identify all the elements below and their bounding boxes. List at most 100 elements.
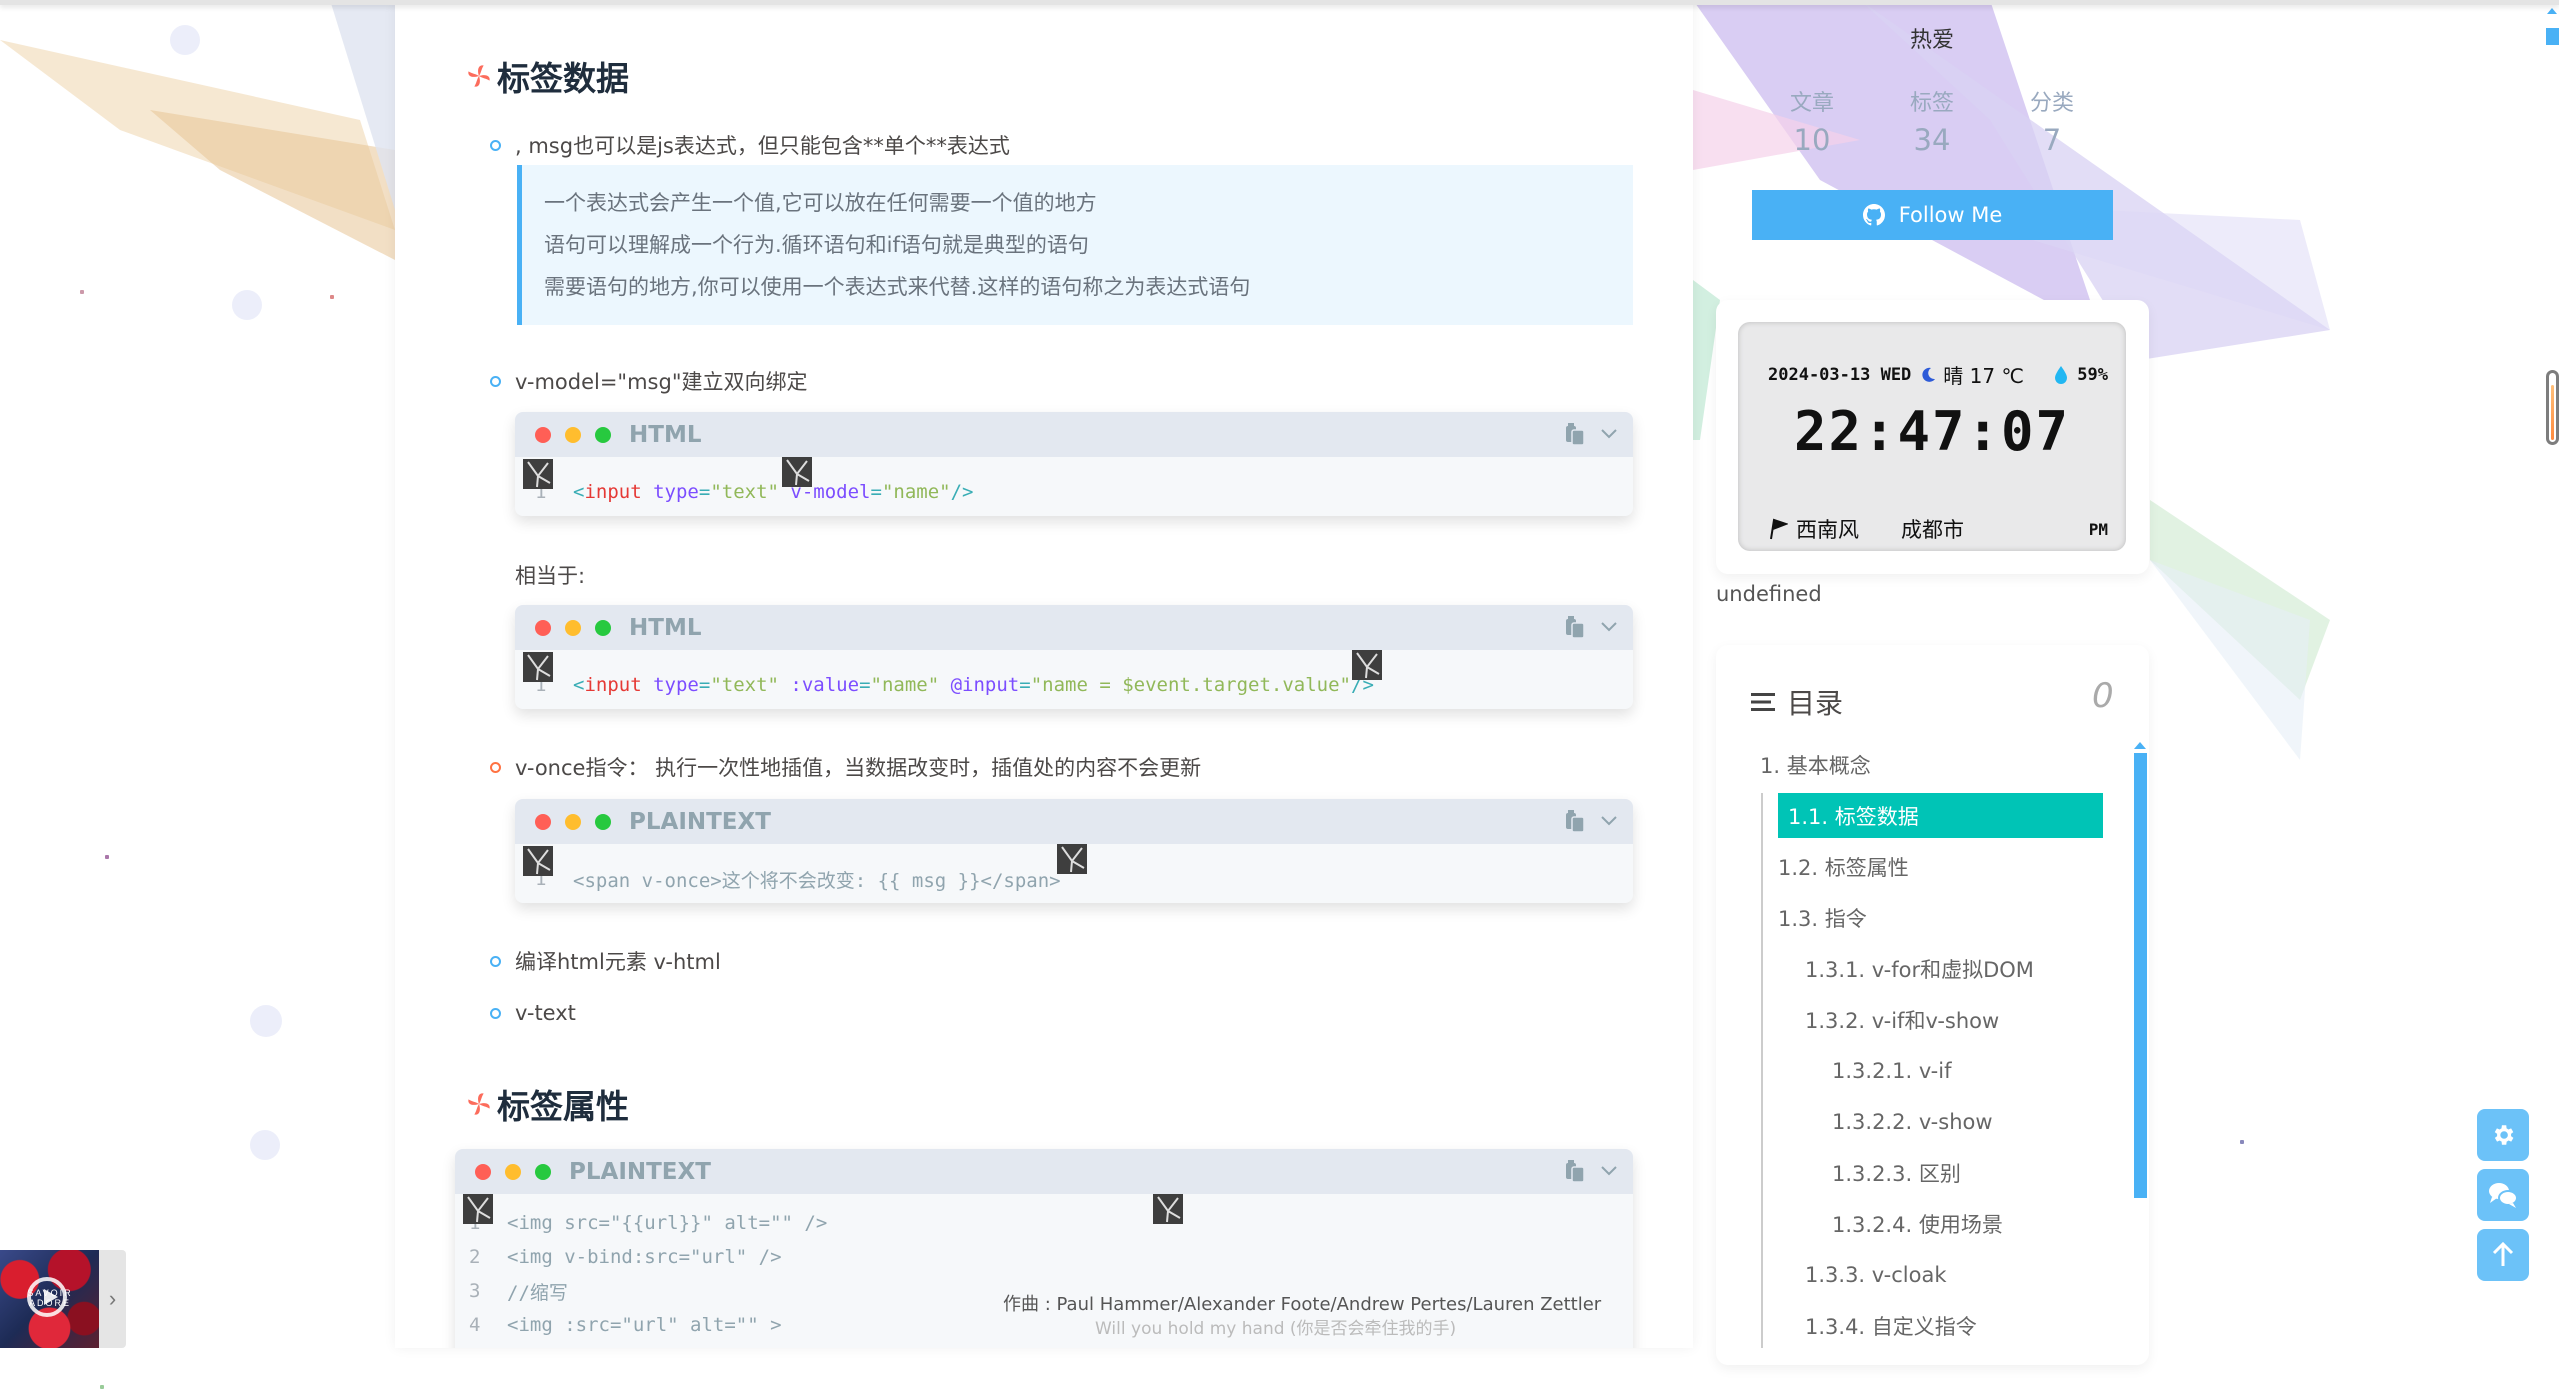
- wind-direction: 西南风: [1796, 518, 1859, 542]
- code-language: PLAINTEXT: [569, 1158, 711, 1185]
- toc-item[interactable]: 1.3.2. v-if和v-show: [1805, 997, 1999, 1042]
- bullet-icon: [490, 1007, 501, 1019]
- heading-text: 标签属性: [497, 1087, 629, 1126]
- quote-line: 语句可以理解成一个行为.循环语句和if语句就是典型的语句: [544, 233, 1089, 257]
- list-item-text: 编译html元素 v-html: [515, 950, 721, 974]
- close-dot-icon: [535, 619, 551, 636]
- stat-value[interactable]: 7: [2012, 123, 2092, 157]
- toc-progress-percent: 0: [2092, 676, 2114, 716]
- heading-text: 标签数据: [497, 59, 629, 98]
- list-icon: [1751, 693, 1775, 711]
- humidity-value: 59%: [2077, 364, 2108, 385]
- line-number: 4: [469, 1314, 481, 1336]
- page-scrollbar-thumb[interactable]: [2546, 28, 2559, 45]
- decor-dot: [80, 290, 84, 294]
- profile-motto: 热爱: [1909, 28, 1954, 53]
- copy-icon[interactable]: [1565, 1159, 1587, 1183]
- toc-item-label: 1.2. 标签属性: [1778, 855, 1909, 880]
- toc-item-label: 1.1. 标签数据: [1788, 804, 1919, 829]
- toc-item[interactable]: 1.3.2.3. 区别: [1832, 1150, 1961, 1195]
- list-item-text: v-model="msg"建立双向绑定: [515, 370, 808, 394]
- toc-item[interactable]: 1. 基本概念: [1760, 742, 1871, 787]
- music-player: SAVOIR ADORE ›: [0, 1250, 126, 1348]
- back-to-top-button[interactable]: [2477, 1229, 2529, 1281]
- am-pm-indicator: PM: [2088, 519, 2108, 539]
- close-dot-icon: [535, 813, 551, 830]
- code-block-header: PLAINTEXT: [515, 799, 1633, 844]
- decor-bubble: [250, 1005, 282, 1037]
- copy-icon[interactable]: [1565, 422, 1587, 446]
- code-text: <span v-once>这个将不会改变: {{ msg }}</span>: [573, 869, 1061, 892]
- blockquote: 一个表达式会产生一个值,它可以放在任何需要一个值的地方 语句可以理解成一个行为.…: [517, 165, 1633, 325]
- quote-line: 一个表达式会产生一个值,它可以放在任何需要一个值的地方: [544, 191, 1097, 215]
- code-block-header: HTML: [515, 412, 1633, 457]
- stat-label[interactable]: 文章: [1772, 85, 1852, 117]
- decor-dot: [330, 295, 334, 299]
- code-line: 1 <img src="{{url}}" alt="" />: [469, 1206, 1633, 1240]
- follow-me-button[interactable]: Follow Me: [1752, 190, 2113, 240]
- toc-item[interactable]: 1.3.1. v-for和虚拟DOM: [1805, 946, 2034, 991]
- stat-value[interactable]: 34: [1892, 123, 1972, 157]
- toc-item[interactable]: 1.3.4. 自定义指令: [1805, 1303, 1977, 1348]
- chevron-down-icon[interactable]: [1601, 622, 1617, 632]
- copy-icon[interactable]: [1565, 615, 1587, 639]
- toc-item-label: 1.3.2.2. v-show: [1832, 1109, 1993, 1134]
- code-text: <input type="text" v-model="name"/>: [573, 481, 974, 503]
- toc-item[interactable]: 1.3.2.1. v-if: [1832, 1048, 1952, 1093]
- toc-item[interactable]: 1.3. 指令: [1778, 895, 1867, 940]
- list-item: v-text: [490, 1001, 576, 1025]
- list-item: v-model="msg"建立双向绑定: [490, 366, 807, 396]
- chevron-down-icon[interactable]: [1601, 429, 1617, 439]
- toc-title: 目录: [1787, 687, 1844, 720]
- minimize-dot-icon: [565, 619, 581, 636]
- list-item: v-once指令： 执行一次性地插值，当数据改变时，插值处的内容不会更新: [490, 752, 1201, 782]
- stat-value[interactable]: 10: [1772, 123, 1852, 157]
- bullet-icon: [490, 955, 501, 967]
- minimize-dot-icon: [565, 813, 581, 830]
- toc-item-label: 1. 基本概念: [1760, 753, 1871, 778]
- scroll-up-icon[interactable]: [2547, 8, 2557, 14]
- bullet-icon: [490, 761, 501, 773]
- bullet-icon: [490, 139, 501, 151]
- list-item: 编译html元素 v-html: [490, 946, 721, 976]
- player-expand-button[interactable]: ›: [99, 1250, 126, 1348]
- arrow-up-icon: [2492, 1242, 2514, 1266]
- toc-item[interactable]: 1.2. 标签属性: [1778, 844, 1909, 889]
- chevron-down-icon[interactable]: [1601, 1166, 1617, 1176]
- github-icon: [1862, 204, 1885, 226]
- stat-label[interactable]: 分类: [2012, 85, 2092, 117]
- toc-item[interactable]: 1.3.3. v-cloak: [1805, 1252, 1946, 1297]
- settings-button[interactable]: [2477, 1109, 2529, 1161]
- toc-scrollbar[interactable]: [2134, 753, 2147, 1198]
- maximize-dot-icon: [595, 426, 611, 443]
- section-heading: 标签属性: [465, 1080, 629, 1128]
- toc-item[interactable]: 1.3.2.4. 使用场景: [1832, 1201, 2003, 1246]
- comments-button[interactable]: [2477, 1169, 2529, 1221]
- quote-line: 需要语句的地方,你可以使用一个表达式来代替.这样的语句称之为表达式语句: [544, 275, 1251, 299]
- maximize-dot-icon: [595, 813, 611, 830]
- list-item-text: v-once指令： 执行一次性地插值，当数据改变时，插值处的内容不会更新: [515, 756, 1202, 780]
- code-text: //缩写: [507, 1281, 568, 1304]
- code-block: PLAINTEXT 1 <span v-once>这个将不会改变: {{ msg…: [515, 799, 1633, 903]
- copy-icon[interactable]: [1565, 809, 1587, 833]
- toc-item[interactable]: 1.1. 标签数据: [1778, 793, 2103, 838]
- stat-label[interactable]: 标签: [1892, 85, 1972, 117]
- toc-scroll-up-icon[interactable]: [2134, 742, 2146, 749]
- article-card: 标签数据 , msg也可以是js表达式，但只能包含**单个**表达式 一个表达式…: [395, 0, 1693, 1348]
- chat-bubbles-icon: [2489, 1183, 2518, 1208]
- toc-item[interactable]: 1.3.2.2. v-show: [1832, 1099, 1993, 1144]
- toc-item-label: 1.3.2. v-if和v-show: [1805, 1008, 2000, 1033]
- code-body: 1 <img src="{{url}}" alt="" /> 2 <img v-…: [455, 1194, 1633, 1348]
- code-block: HTML 1 <input type="text" :value="name" …: [515, 605, 1633, 709]
- code-language: PLAINTEXT: [629, 808, 771, 835]
- broken-image-icon: [1153, 1194, 1183, 1224]
- list-item-text: v-text: [515, 1001, 576, 1025]
- toc-item-label: 1.3.2.3. 区别: [1832, 1161, 1961, 1186]
- broken-image-icon: [523, 459, 553, 489]
- top-bar: [0, 0, 2559, 5]
- chevron-down-icon[interactable]: [1601, 816, 1617, 826]
- toc-item-label: 1.3.2.1. v-if: [1832, 1058, 1952, 1083]
- play-icon[interactable]: [27, 1277, 67, 1317]
- reading-progress-indicator: [2546, 370, 2559, 445]
- close-dot-icon: [475, 1163, 491, 1180]
